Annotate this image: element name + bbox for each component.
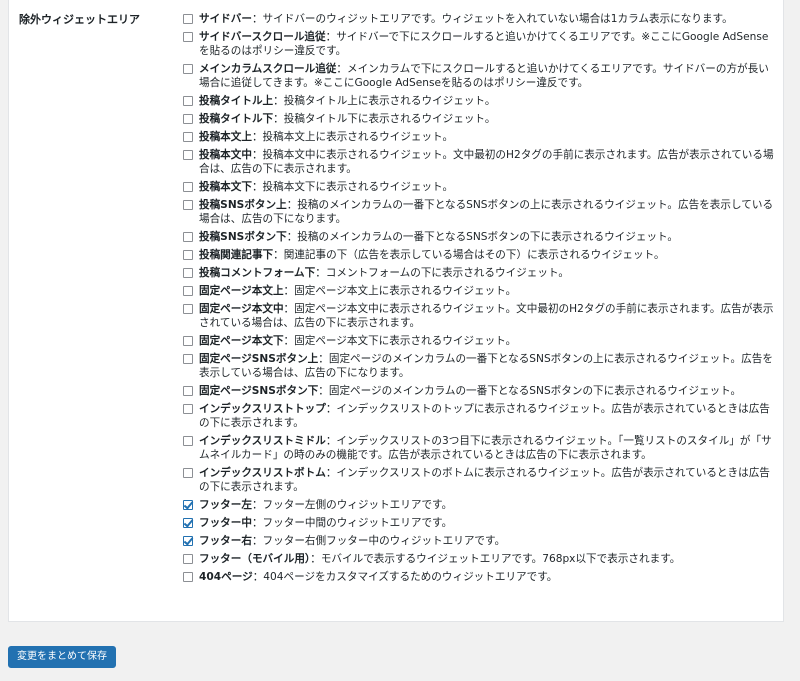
option-name: 投稿SNSボタン下 bbox=[199, 231, 287, 243]
checkbox[interactable] bbox=[183, 96, 193, 106]
checkbox[interactable] bbox=[183, 232, 193, 242]
widget-area-option[interactable]: 投稿関連記事下：関連記事の下（広告を表示している場合はその下）に表示されるウイジ… bbox=[183, 248, 775, 262]
checkbox[interactable] bbox=[183, 572, 193, 582]
option-description: ：404ページをカスタマイズするためのウィジットエリアです。 bbox=[252, 571, 558, 583]
widget-area-option[interactable]: サイドバー：サイドバーのウィジットエリアです。ウィジェットを入れていない場合は1… bbox=[183, 12, 775, 26]
option-name: 投稿タイトル下 bbox=[199, 113, 274, 125]
option-description: ：関連記事の下（広告を表示している場合はその下）に表示されるウイジェット。 bbox=[273, 249, 665, 261]
checkbox[interactable] bbox=[183, 436, 193, 446]
option-name: インデックスリストボトム bbox=[199, 467, 326, 479]
option-name: 固定ページSNSボタン上 bbox=[199, 353, 319, 365]
widget-area-option[interactable]: 固定ページ本文中：固定ページ本文中に表示されるウイジェット。文中最初のH2タグの… bbox=[183, 302, 775, 330]
checkbox[interactable] bbox=[183, 32, 193, 42]
option-name: 固定ページ本文下 bbox=[199, 335, 284, 347]
checkbox[interactable] bbox=[183, 200, 193, 210]
option-name: サイドバー bbox=[199, 13, 252, 25]
widget-area-option[interactable]: 投稿本文上：投稿本文上に表示されるウイジェット。 bbox=[183, 130, 775, 144]
checkbox[interactable] bbox=[183, 64, 193, 74]
widget-area-option[interactable]: 固定ページ本文下：固定ページ本文下に表示されるウイジェット。 bbox=[183, 334, 775, 348]
widget-area-option[interactable]: 投稿本文下：投稿本文下に表示されるウイジェット。 bbox=[183, 180, 775, 194]
checkbox-checked[interactable] bbox=[183, 536, 193, 546]
option-description: ：フッター右側フッター中のウィジットエリアです。 bbox=[251, 535, 506, 547]
checkbox[interactable] bbox=[183, 268, 193, 278]
checkbox-checked[interactable] bbox=[183, 500, 193, 510]
checkbox[interactable] bbox=[183, 554, 193, 564]
checkbox[interactable] bbox=[183, 404, 193, 414]
option-name: フッター左 bbox=[199, 499, 252, 511]
option-name: 固定ページ本文中 bbox=[199, 303, 284, 315]
option-description: ：フッター中間のウィジットエリアです。 bbox=[251, 517, 453, 529]
option-name: フッター（モバイル用） bbox=[199, 553, 311, 565]
option-name: 投稿SNSボタン上 bbox=[199, 199, 287, 211]
widget-area-option[interactable]: フッター（モバイル用）：モバイルで表示するウイジェットエリアです。768px以下… bbox=[183, 552, 775, 566]
widget-area-option[interactable]: 投稿SNSボタン上：投稿のメインカラムの一番下となるSNSボタンの上に表示される… bbox=[183, 198, 775, 226]
widget-area-option[interactable]: 投稿コメントフォーム下：コメントフォームの下に表示されるウイジェット。 bbox=[183, 266, 775, 280]
widget-area-option[interactable]: 404ページ：404ページをカスタマイズするためのウィジットエリアです。 bbox=[183, 570, 775, 584]
option-description: ：投稿タイトル下に表示されるウイジェット。 bbox=[273, 113, 496, 125]
option-description: ：固定ページ本文下に表示されるウイジェット。 bbox=[283, 335, 517, 347]
widget-area-option[interactable]: フッター右：フッター右側フッター中のウィジットエリアです。 bbox=[183, 534, 775, 548]
option-description: ：固定ページ本文上に表示されるウイジェット。 bbox=[283, 285, 517, 297]
option-description: ：投稿のメインカラムの一番下となるSNSボタンの下に表示されるウイジェット。 bbox=[286, 231, 679, 243]
widget-area-option[interactable]: 投稿タイトル上：投稿タイトル上に表示されるウイジェット。 bbox=[183, 94, 775, 108]
option-description: ：固定ページのメインカラムの一番下となるSNSボタンの下に表示されるウイジェット… bbox=[318, 385, 742, 397]
option-description: ：コメントフォームの下に表示されるウイジェット。 bbox=[315, 267, 569, 279]
option-description: ：フッター左側のウィジットエリアです。 bbox=[251, 499, 453, 511]
option-name: 固定ページSNSボタン下 bbox=[199, 385, 319, 397]
checkbox[interactable] bbox=[183, 336, 193, 346]
section-label: 除外ウィジェットエリア bbox=[19, 13, 140, 26]
widget-area-option[interactable]: 固定ページ本文上：固定ページ本文上に表示されるウイジェット。 bbox=[183, 284, 775, 298]
checkbox[interactable] bbox=[183, 286, 193, 296]
option-name: メインカラムスクロール追従 bbox=[199, 63, 337, 75]
save-all-button[interactable]: 変更をまとめて保存 bbox=[8, 646, 116, 668]
option-name: フッター右 bbox=[199, 535, 252, 547]
option-name: インデックスリストトップ bbox=[199, 403, 326, 415]
widget-area-option[interactable]: インデックスリストトップ：インデックスリストのトップに表示されるウイジェット。広… bbox=[183, 402, 775, 430]
option-name: サイドバースクロール追従 bbox=[199, 31, 326, 43]
checkbox[interactable] bbox=[183, 304, 193, 314]
option-name: 投稿本文中 bbox=[199, 149, 252, 161]
option-name: 固定ページ本文上 bbox=[199, 285, 284, 297]
widget-area-option[interactable]: 投稿本文中：投稿本文中に表示されるウイジェット。文中最初のH2タグの手前に表示さ… bbox=[183, 148, 775, 176]
checkbox-checked[interactable] bbox=[183, 518, 193, 528]
option-description: ：サイドバーのウィジットエリアです。ウィジェットを入れていない場合は1カラム表示… bbox=[251, 13, 733, 25]
widget-area-option[interactable]: サイドバースクロール追従：サイドバーで下にスクロールすると追いかけてくるエリアで… bbox=[183, 30, 775, 58]
settings-panel: 除外ウィジェットエリア サイドバー：サイドバーのウィジットエリアです。ウィジェッ… bbox=[8, 0, 784, 622]
option-name: 投稿タイトル上 bbox=[199, 95, 274, 107]
widget-area-option[interactable]: フッター中：フッター中間のウィジットエリアです。 bbox=[183, 516, 775, 530]
option-name: 投稿関連記事下 bbox=[199, 249, 274, 261]
widget-area-option[interactable]: 投稿SNSボタン下：投稿のメインカラムの一番下となるSNSボタンの下に表示される… bbox=[183, 230, 775, 244]
option-description: ：投稿本文下に表示されるウイジェット。 bbox=[251, 181, 454, 193]
option-description: ：固定ページ本文中に表示されるウイジェット。文中最初のH2タグの手前に表示されま… bbox=[199, 303, 774, 329]
option-name: フッター中 bbox=[199, 517, 252, 529]
checkbox[interactable] bbox=[183, 386, 193, 396]
option-name: インデックスリストミドル bbox=[199, 435, 326, 447]
widget-area-option[interactable]: 固定ページSNSボタン上：固定ページのメインカラムの一番下となるSNSボタンの上… bbox=[183, 352, 775, 380]
option-name: 投稿本文上 bbox=[199, 131, 252, 143]
widget-area-option[interactable]: メインカラムスクロール追従：メインカラムで下にスクロールすると追いかけてくるエリ… bbox=[183, 62, 775, 90]
widget-area-options: サイドバー：サイドバーのウィジットエリアです。ウィジェットを入れていない場合は1… bbox=[183, 12, 775, 588]
option-description: ：投稿タイトル上に表示されるウイジェット。 bbox=[273, 95, 496, 107]
checkbox[interactable] bbox=[183, 250, 193, 260]
widget-area-option[interactable]: インデックスリストボトム：インデックスリストのボトムに表示されるウイジェット。広… bbox=[183, 466, 775, 494]
widget-area-option[interactable]: 投稿タイトル下：投稿タイトル下に表示されるウイジェット。 bbox=[183, 112, 775, 126]
checkbox[interactable] bbox=[183, 150, 193, 160]
option-description: ：投稿本文中に表示されるウイジェット。文中最初のH2タグの手前に表示されます。広… bbox=[199, 149, 774, 175]
checkbox[interactable] bbox=[183, 132, 193, 142]
checkbox[interactable] bbox=[183, 354, 193, 364]
option-name: 404ページ bbox=[199, 571, 253, 583]
checkbox[interactable] bbox=[183, 468, 193, 478]
option-name: 投稿コメントフォーム下 bbox=[199, 267, 316, 279]
widget-area-option[interactable]: 固定ページSNSボタン下：固定ページのメインカラムの一番下となるSNSボタンの下… bbox=[183, 384, 775, 398]
option-description: ：投稿本文上に表示されるウイジェット。 bbox=[251, 131, 454, 143]
checkbox[interactable] bbox=[183, 114, 193, 124]
checkbox[interactable] bbox=[183, 182, 193, 192]
option-description: ：モバイルで表示するウイジェットエリアです。768px以下で表示されます。 bbox=[310, 553, 681, 565]
widget-area-option[interactable]: フッター左：フッター左側のウィジットエリアです。 bbox=[183, 498, 775, 512]
widget-area-option[interactable]: インデックスリストミドル：インデックスリストの3つ目下に表示されるウイジェット。… bbox=[183, 434, 775, 462]
option-name: 投稿本文下 bbox=[199, 181, 252, 193]
checkbox[interactable] bbox=[183, 14, 193, 24]
